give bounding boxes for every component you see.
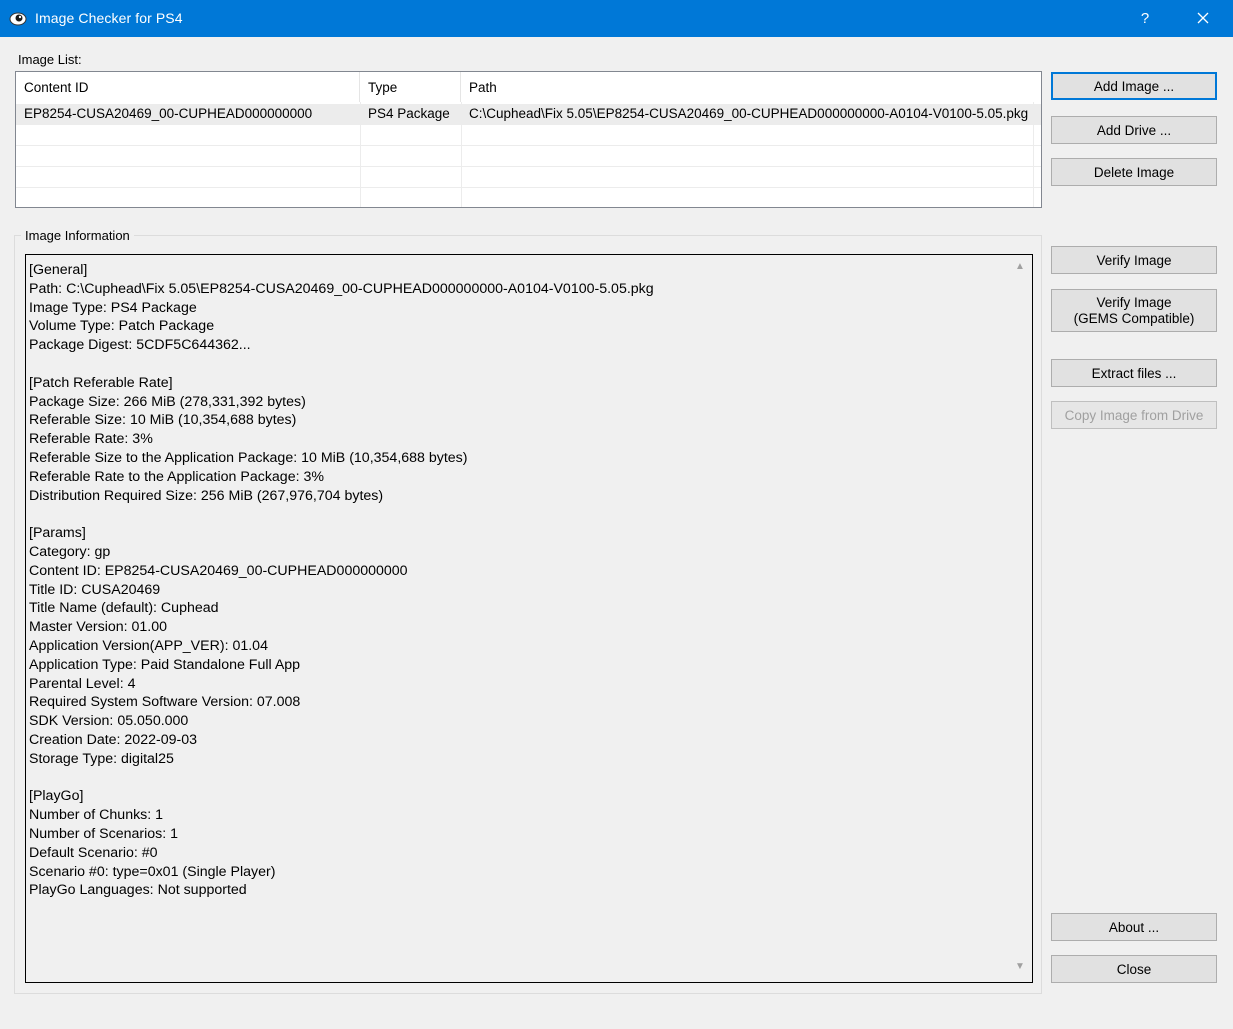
verify-image-gems-button[interactable]: Verify Image (GEMS Compatible) <box>1051 289 1217 332</box>
scroll-down-icon[interactable]: ▼ <box>1012 961 1028 975</box>
title-bar: Image Checker for PS4 ? <box>0 0 1233 37</box>
table-row[interactable]: EP8254-CUSA20469_00-CUPHEAD000000000 PS4… <box>16 104 1041 124</box>
image-list-label: Image List: <box>18 52 82 67</box>
cell-type: PS4 Package <box>368 106 450 121</box>
cell-content-id: EP8254-CUSA20469_00-CUPHEAD000000000 <box>24 106 313 121</box>
help-button[interactable]: ? <box>1122 0 1168 37</box>
verify-gems-label-line2: (GEMS Compatible) <box>1073 310 1195 326</box>
cell-path: C:\Cuphead\Fix 5.05\EP8254-CUSA20469_00-… <box>469 106 1029 121</box>
copy-image-from-drive-button: Copy Image from Drive <box>1051 401 1217 429</box>
close-button[interactable]: Close <box>1051 955 1217 983</box>
add-image-button[interactable]: Add Image ... <box>1051 72 1217 100</box>
grid-line <box>16 124 1041 125</box>
column-header-content-id[interactable]: Content ID <box>16 72 360 102</box>
add-drive-button[interactable]: Add Drive ... <box>1051 116 1217 144</box>
verify-gems-label-line1: Verify Image <box>1096 294 1172 310</box>
grid-line <box>16 145 1041 146</box>
app-eye-icon <box>9 12 27 26</box>
delete-image-button[interactable]: Delete Image <box>1051 158 1217 186</box>
window-close-button[interactable] <box>1180 0 1226 37</box>
extract-files-button[interactable]: Extract files ... <box>1051 359 1217 387</box>
scroll-up-icon[interactable]: ▲ <box>1012 261 1028 275</box>
image-list-view[interactable]: Content ID Type Path EP8254-CUSA20469_00… <box>15 71 1042 208</box>
verify-image-button[interactable]: Verify Image <box>1051 246 1217 274</box>
grid-line <box>16 166 1041 167</box>
image-information-textbox[interactable]: [General] Path: C:\Cuphead\Fix 5.05\EP82… <box>25 254 1033 983</box>
grid-line <box>16 187 1041 188</box>
image-information-label: Image Information <box>21 228 134 243</box>
column-header-type[interactable]: Type <box>360 72 461 102</box>
close-icon <box>1197 12 1209 24</box>
window-title: Image Checker for PS4 <box>35 10 183 26</box>
image-information-text: [General] Path: C:\Cuphead\Fix 5.05\EP82… <box>29 262 654 899</box>
column-header-path[interactable]: Path <box>461 72 1041 102</box>
about-button[interactable]: About ... <box>1051 913 1217 941</box>
